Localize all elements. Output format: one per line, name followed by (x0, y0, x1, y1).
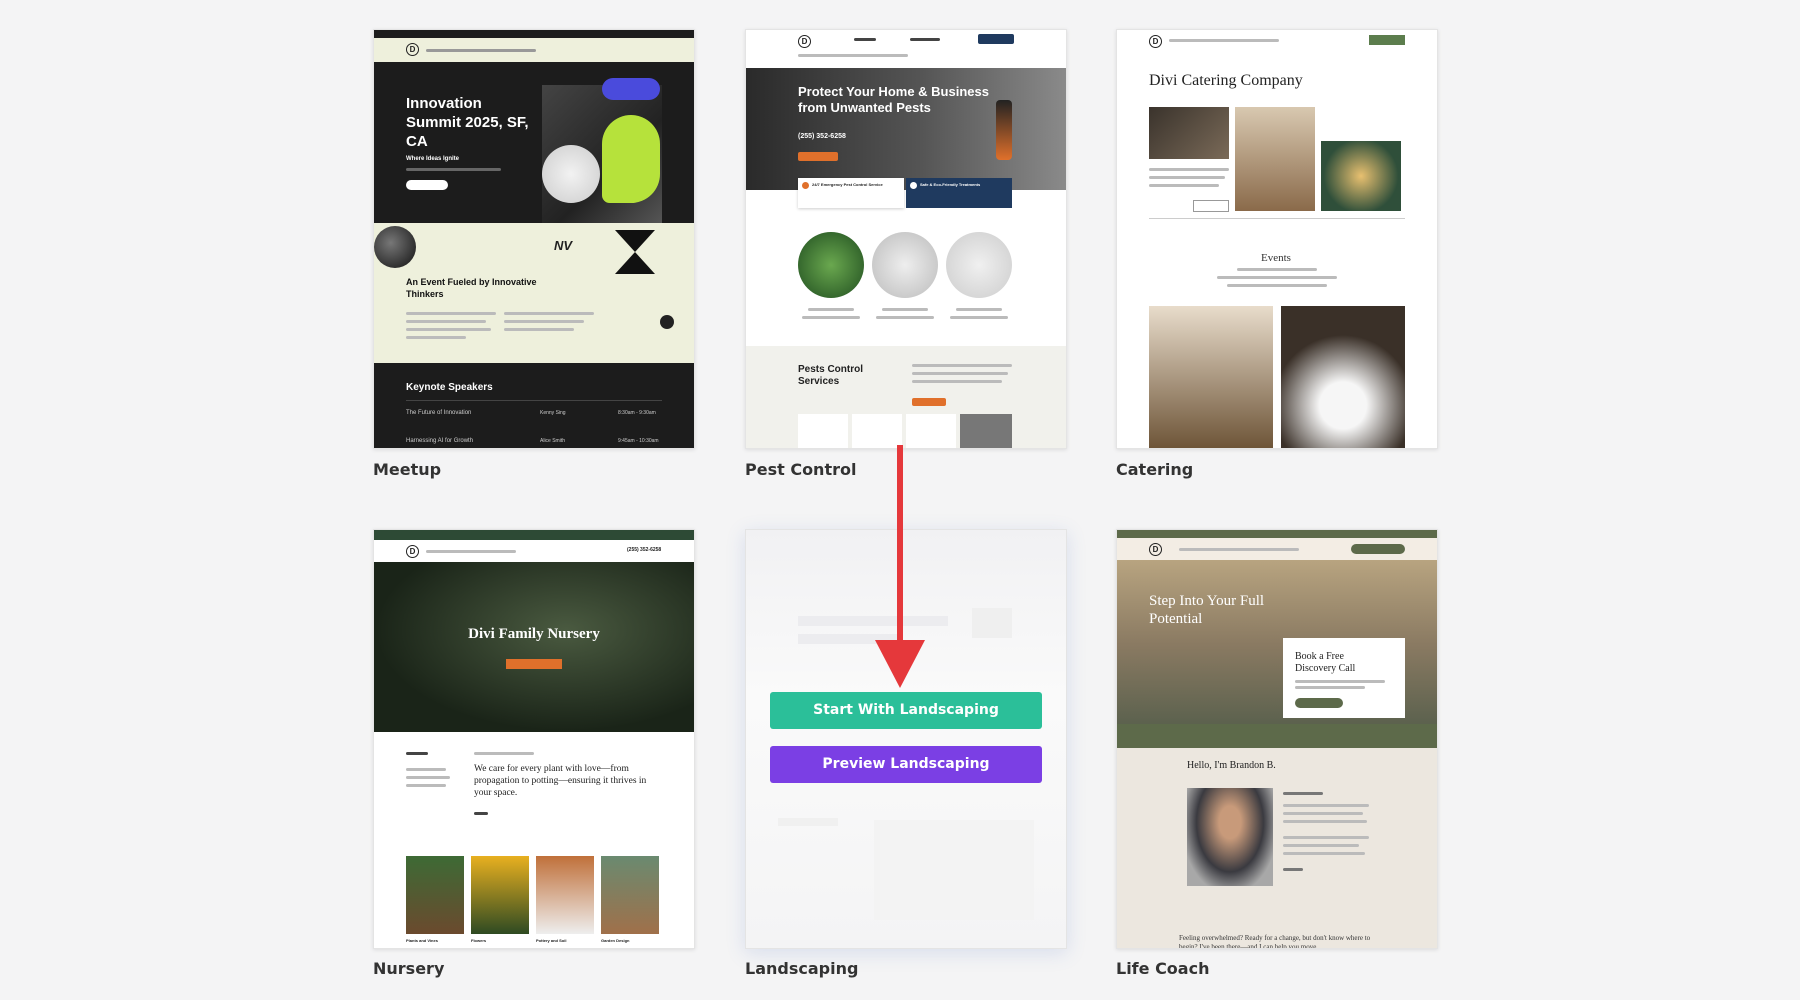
meetup-register-button[interactable] (406, 180, 448, 190)
catering-title: Divi Catering Company (1149, 72, 1303, 89)
preview-landscaping-button[interactable]: Preview Landscaping (770, 746, 1042, 783)
template-label-meetup[interactable]: Meetup (373, 460, 441, 479)
meetup-speakers-heading: Keynote Speakers (406, 382, 493, 393)
nursery-thumb-garden (601, 856, 659, 934)
template-label-landscaping[interactable]: Landscaping (745, 959, 858, 978)
start-with-landscaping-button[interactable]: Start With Landscaping (770, 692, 1042, 729)
template-card-meetup[interactable]: D Innovation Summit 2025, SF, CA Where I… (373, 29, 695, 449)
nursery-thumb-label: Plants and Vines (406, 938, 438, 943)
meetup-talk-time: 9:45am - 10:30am (618, 438, 659, 444)
nursery-hero-title: Divi Family Nursery (468, 626, 600, 642)
pest-feature-2: Safe & Eco-Friendly Treatments (920, 182, 981, 187)
pest-phone: (255) 352-6258 (798, 133, 846, 140)
catering-events-heading: Events (1261, 252, 1291, 264)
template-card-life-coach[interactable]: D Step Into Your Full Potential Book a F… (1116, 529, 1438, 949)
meetup-hourglass-icon (615, 230, 655, 252)
divi-logo-icon: D (1149, 543, 1162, 556)
nursery-thumb-plants (406, 856, 464, 934)
meetup-speakers-section (374, 363, 694, 448)
pest-circle-tank (946, 232, 1012, 298)
pest-circle-plant (798, 232, 864, 298)
meetup-hero-title: Innovation Summit 2025, SF, CA (406, 95, 529, 150)
meetup-talk-time: 8:30am - 9:30am (618, 410, 656, 416)
coach-about-section (1117, 748, 1437, 948)
pest-call-button[interactable] (798, 152, 838, 161)
nursery-thumb-label: Pottery and Soil (536, 938, 567, 943)
template-card-pest-control[interactable]: D Protect Your Home & Business from Unwa… (745, 29, 1067, 449)
coach-band (1117, 724, 1437, 748)
coach-footer-text: Feeling overwhelmed? Ready for a change,… (1179, 934, 1371, 949)
nursery-phone: (255) 352-6258 (627, 547, 662, 553)
meetup-talk-title: Harnessing AI for Growth (406, 438, 474, 444)
red-down-arrow-icon (875, 445, 925, 688)
pest-feature-1: 24/7 Emergency Pest Control Service (812, 182, 883, 187)
pest-quote-button[interactable] (978, 34, 1014, 44)
meetup-talk-speaker: Kenny Sing (540, 410, 566, 416)
meetup-nw-mark: NV (554, 238, 573, 253)
pest-bug-icon (802, 182, 809, 189)
pest-services-heading: Pests Control Services (798, 364, 864, 387)
catering-photo-hands (1149, 107, 1229, 159)
nursery-topbar (374, 530, 694, 540)
template-card-catering[interactable]: D Divi Catering Company Events (1116, 29, 1438, 449)
template-card-nursery[interactable]: D (255) 352-6258 Divi Family Nursery We … (373, 529, 695, 949)
template-label-nursery[interactable]: Nursery (373, 959, 444, 978)
catering-menu-button[interactable] (1193, 200, 1229, 212)
meetup-event-title: An Event Fueled by Innovative Thinkers (406, 277, 537, 299)
meetup-talk-speaker: Alice Smith (540, 438, 566, 444)
template-label-catering[interactable]: Catering (1116, 460, 1193, 479)
catering-cta-button[interactable] (1369, 35, 1405, 45)
nursery-thumb-label: Garden Design (601, 938, 630, 943)
template-label-pest-control[interactable]: Pest Control (745, 460, 856, 479)
nursery-quote: We care for every plant with love—from p… (474, 764, 647, 798)
nursery-shop-button[interactable] (506, 659, 562, 669)
coach-hero-title: Step Into Your Full Potential (1149, 593, 1265, 627)
nursery-hero (374, 562, 694, 732)
coach-portrait (1187, 788, 1273, 886)
nursery-thumb-flowers (471, 856, 529, 934)
meetup-dot-icon (660, 315, 674, 329)
coach-topbar (1117, 530, 1437, 538)
nursery-thumb-label: Flowers (471, 938, 487, 943)
divi-logo-icon: D (406, 545, 419, 558)
meetup-statue-circle (542, 145, 600, 203)
divi-logo-icon: D (406, 43, 419, 56)
coach-cta-button[interactable] (1295, 698, 1343, 708)
meetup-lime-shape (602, 115, 660, 203)
pest-learn-button[interactable] (912, 398, 946, 406)
pest-circle-spray (872, 232, 938, 298)
template-label-life-coach[interactable]: Life Coach (1116, 959, 1209, 978)
divi-logo-icon: D (798, 35, 811, 48)
coach-book-button[interactable] (1351, 544, 1405, 554)
meetup-topbar (374, 30, 694, 38)
catering-photo-banquet (1149, 306, 1273, 448)
divi-logo-icon: D (1149, 35, 1162, 48)
meetup-talk-title: The Future of Innovation (406, 410, 472, 416)
pest-hero-title: Protect Your Home & Business from Unwant… (798, 84, 989, 115)
pest-lamp-image (996, 100, 1012, 160)
coach-hello: Hello, I'm Brandon B. (1187, 760, 1276, 771)
pest-leaf-icon (910, 182, 917, 189)
meetup-hero-tag: Where Ideas Ignite (406, 156, 460, 162)
catering-photo-food (1321, 141, 1401, 211)
nursery-thumb-pottery (536, 856, 594, 934)
meetup-moon-icon (374, 226, 416, 268)
coach-cta-title: Book a Free Discovery Call (1295, 651, 1356, 674)
meetup-speaker-pill[interactable] (602, 78, 660, 100)
catering-photo-table (1235, 107, 1315, 211)
catering-photo-plate (1281, 306, 1405, 448)
